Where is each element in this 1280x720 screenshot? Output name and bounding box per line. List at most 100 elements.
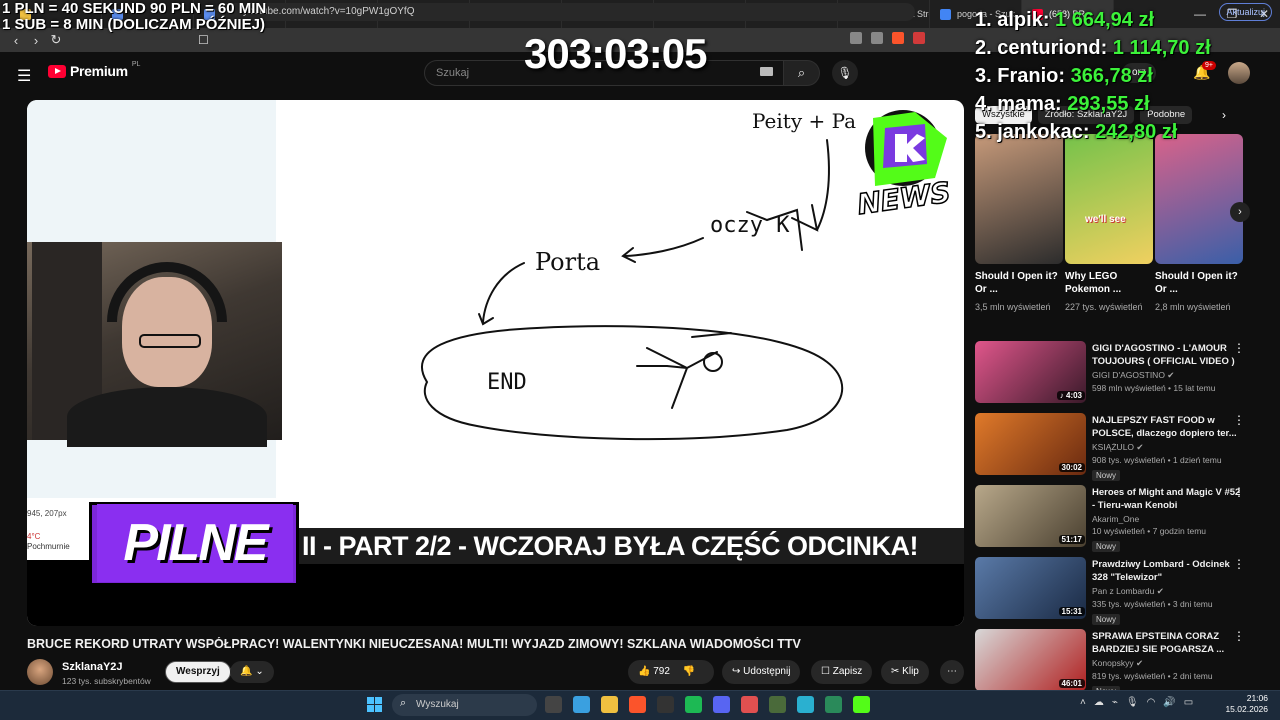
voice-search-icon[interactable]: 🎙 <box>832 60 858 86</box>
rec-more-icon[interactable]: ⋮ <box>1233 557 1245 571</box>
tray-chevron-icon[interactable]: ˄ <box>1080 697 1086 708</box>
video-player[interactable]: Peity + Pa oczy K Porta END NEWS 945, 20… <box>27 100 964 626</box>
dislike-button[interactable]: 👎 <box>683 666 695 677</box>
bookmark-icon[interactable]: ☐ <box>198 33 209 47</box>
short-views: 227 tys. wyświetleń <box>1065 302 1143 312</box>
recommendation-item[interactable]: ♪ 4:03 GIGI D'AGOSTINO - L'AMOUR TOUJOURS… <box>975 341 1255 413</box>
forward-icon[interactable]: › <box>26 33 46 48</box>
taskbar-clock[interactable]: 21:06 15.02.2026 <box>1222 693 1268 715</box>
shorts-next-icon[interactable]: › <box>1230 202 1250 222</box>
channel-name[interactable]: SzklanaY2J <box>62 661 123 673</box>
subscription-bell-button[interactable]: 🔔 ⌄ <box>230 661 274 683</box>
cast-icon[interactable] <box>850 32 862 44</box>
brave-icon[interactable] <box>629 696 646 713</box>
short-thumbnail[interactable] <box>1155 134 1243 264</box>
news-badge-logo: NEWS <box>855 110 951 216</box>
rec-title[interactable]: Heroes of Might and Magic V #52 - Tieru-… <box>1092 486 1242 512</box>
wifi-icon[interactable]: ◠ <box>1147 697 1156 708</box>
short-item[interactable]: Should I Open it? Or ... 2,8 mln wyświetl… <box>1155 134 1243 313</box>
game-icon[interactable] <box>769 696 786 713</box>
rec-more-icon[interactable]: ⋮ <box>1233 485 1245 499</box>
weather-widget: 4°C Pochmurnie <box>27 532 70 552</box>
share-icon[interactable] <box>871 32 883 44</box>
file-explorer-icon[interactable] <box>601 696 618 713</box>
taskbar-search-icon: ⌕ <box>400 697 407 709</box>
rec-thumbnail[interactable]: 51:17 <box>975 485 1086 547</box>
rec-channel[interactable]: GIGI D'AGOSTINO ✔ <box>1092 370 1242 381</box>
rec-title[interactable]: SPRAWA EPSTEINA CORAZ BARDZIEJ SIE POGAR… <box>1092 630 1242 656</box>
app-icon[interactable] <box>657 696 674 713</box>
short-thumbnail[interactable] <box>975 134 1063 264</box>
join-button[interactable]: Wesprzyj <box>165 661 231 683</box>
battery-icon[interactable]: ▭ <box>1184 697 1193 708</box>
search-button[interactable]: ⌕ <box>784 60 820 86</box>
more-icon: ⋯ <box>947 666 957 677</box>
rec-channel[interactable]: Konopskyy ✔ <box>1092 658 1242 669</box>
rec-more-icon[interactable]: ⋮ <box>1233 413 1245 427</box>
spotify-icon[interactable] <box>685 696 702 713</box>
short-title[interactable]: Why LEGO Pokemon ... <box>1065 270 1153 296</box>
channel-avatar[interactable] <box>27 659 53 685</box>
short-item[interactable]: we'll see Why LEGO Pokemon ... 227 tys. wy… <box>1065 134 1153 313</box>
recommendation-item[interactable]: 15:31 Prawdziwy Lombard - Odcinek 328 "Te… <box>975 557 1255 629</box>
reload-icon[interactable]: ↻ <box>46 32 66 48</box>
task-view-icon[interactable] <box>545 696 562 713</box>
drawing-label-peity: Peity + Pa <box>752 109 856 133</box>
rec-channel[interactable]: KSIĄŻULO ✔ <box>1092 442 1242 453</box>
extension-icon[interactable] <box>913 32 925 44</box>
mic-icon[interactable]: 🎙 <box>1126 697 1139 708</box>
discord-icon[interactable] <box>713 696 730 713</box>
like-button[interactable]: 👍 792 <box>638 666 670 677</box>
app-icon-2[interactable] <box>825 696 842 713</box>
weather-temp: 4°C <box>27 532 41 541</box>
rec-thumbnail[interactable]: 30:02 <box>975 413 1086 475</box>
network-icon[interactable]: ⌁ <box>1112 697 1118 708</box>
rec-channel[interactable]: Akarim_One <box>1092 514 1242 524</box>
clip-button[interactable]: ✂ Klip <box>881 660 929 684</box>
rec-more-icon[interactable]: ⋮ <box>1233 341 1245 355</box>
taskbar-search-input[interactable]: Wyszukaj <box>392 694 537 716</box>
short-title[interactable]: Should I Open it? Or ... <box>975 270 1063 296</box>
save-button[interactable]: ☐ Zapisz <box>811 660 873 684</box>
rec-meta: 819 tys. wyświetleń • 2 dni temu <box>1092 671 1213 681</box>
leader-name: 5. jankokac: <box>975 121 1096 143</box>
more-actions-button[interactable]: ⋯ <box>940 660 964 684</box>
short-item[interactable]: Should I Open it? Or ... 3,5 mln wyświetl… <box>975 134 1063 313</box>
thumbs-up-icon: 👍 <box>638 666 651 677</box>
copilot-icon[interactable] <box>573 696 590 713</box>
recommendation-item[interactable]: 51:17 Heroes of Might and Magic V #52 - T… <box>975 485 1255 557</box>
windows-start-icon[interactable] <box>367 697 383 713</box>
account-avatar[interactable] <box>1228 62 1250 84</box>
url-field[interactable]: youtube.com/watch?v=10gPW1gOYfQ <box>215 3 915 21</box>
back-icon[interactable]: ‹ <box>6 33 26 48</box>
leader-amount: 293,55 zł <box>1067 93 1150 115</box>
rec-title[interactable]: NAJLEPSZY FAST FOOD w POLSCE, dlaczego d… <box>1092 414 1242 440</box>
update-button[interactable]: Aktualizuj <box>1219 3 1272 21</box>
leader-amount: 1 114,70 zł <box>1112 37 1211 59</box>
app-icon-3[interactable] <box>853 696 870 713</box>
keyboard-icon[interactable] <box>760 67 773 76</box>
leader-amount: 1 664,94 zł <box>1055 9 1154 31</box>
brave-active-icon[interactable] <box>741 696 758 713</box>
leaderboard-row: 5. jankokac: 242,80 zł <box>975 118 1211 146</box>
short-thumbnail[interactable]: we'll see <box>1065 134 1153 264</box>
rec-more-icon[interactable]: ⋮ <box>1233 629 1245 643</box>
short-title[interactable]: Should I Open it? Or ... <box>1155 270 1243 296</box>
rec-channel[interactable]: Pan z Lombardu ✔ <box>1092 586 1242 597</box>
volume-icon[interactable]: 🔊 <box>1163 697 1175 708</box>
youtube-logo[interactable]: Premium PL <box>48 61 140 79</box>
share-button[interactable]: ↪ Udostępnij <box>722 660 801 684</box>
brave-shield-icon[interactable] <box>892 32 904 44</box>
thumbs-down-icon: 👎 <box>682 666 696 677</box>
notepad-icon[interactable] <box>797 696 814 713</box>
clock-time: 21:06 <box>1246 693 1268 703</box>
recommendation-item[interactable]: 30:02 NAJLEPSZY FAST FOOD w POLSCE, dlacz… <box>975 413 1255 485</box>
rec-title[interactable]: GIGI D'AGOSTINO - L'AMOUR TOUJOURS ( OFF… <box>1092 342 1242 368</box>
rec-title[interactable]: Prawdziwy Lombard - Odcinek 328 "Telewiz… <box>1092 558 1242 584</box>
menu-icon[interactable]: ☰ <box>17 66 31 86</box>
tray-app-icon[interactable]: ☁ <box>1094 697 1104 708</box>
rec-thumbnail[interactable]: 15:31 <box>975 557 1086 619</box>
rec-thumbnail[interactable]: 46:01 <box>975 629 1086 691</box>
rec-thumbnail[interactable]: ♪ 4:03 <box>975 341 1086 403</box>
chips-next-icon[interactable]: › <box>1222 108 1226 122</box>
